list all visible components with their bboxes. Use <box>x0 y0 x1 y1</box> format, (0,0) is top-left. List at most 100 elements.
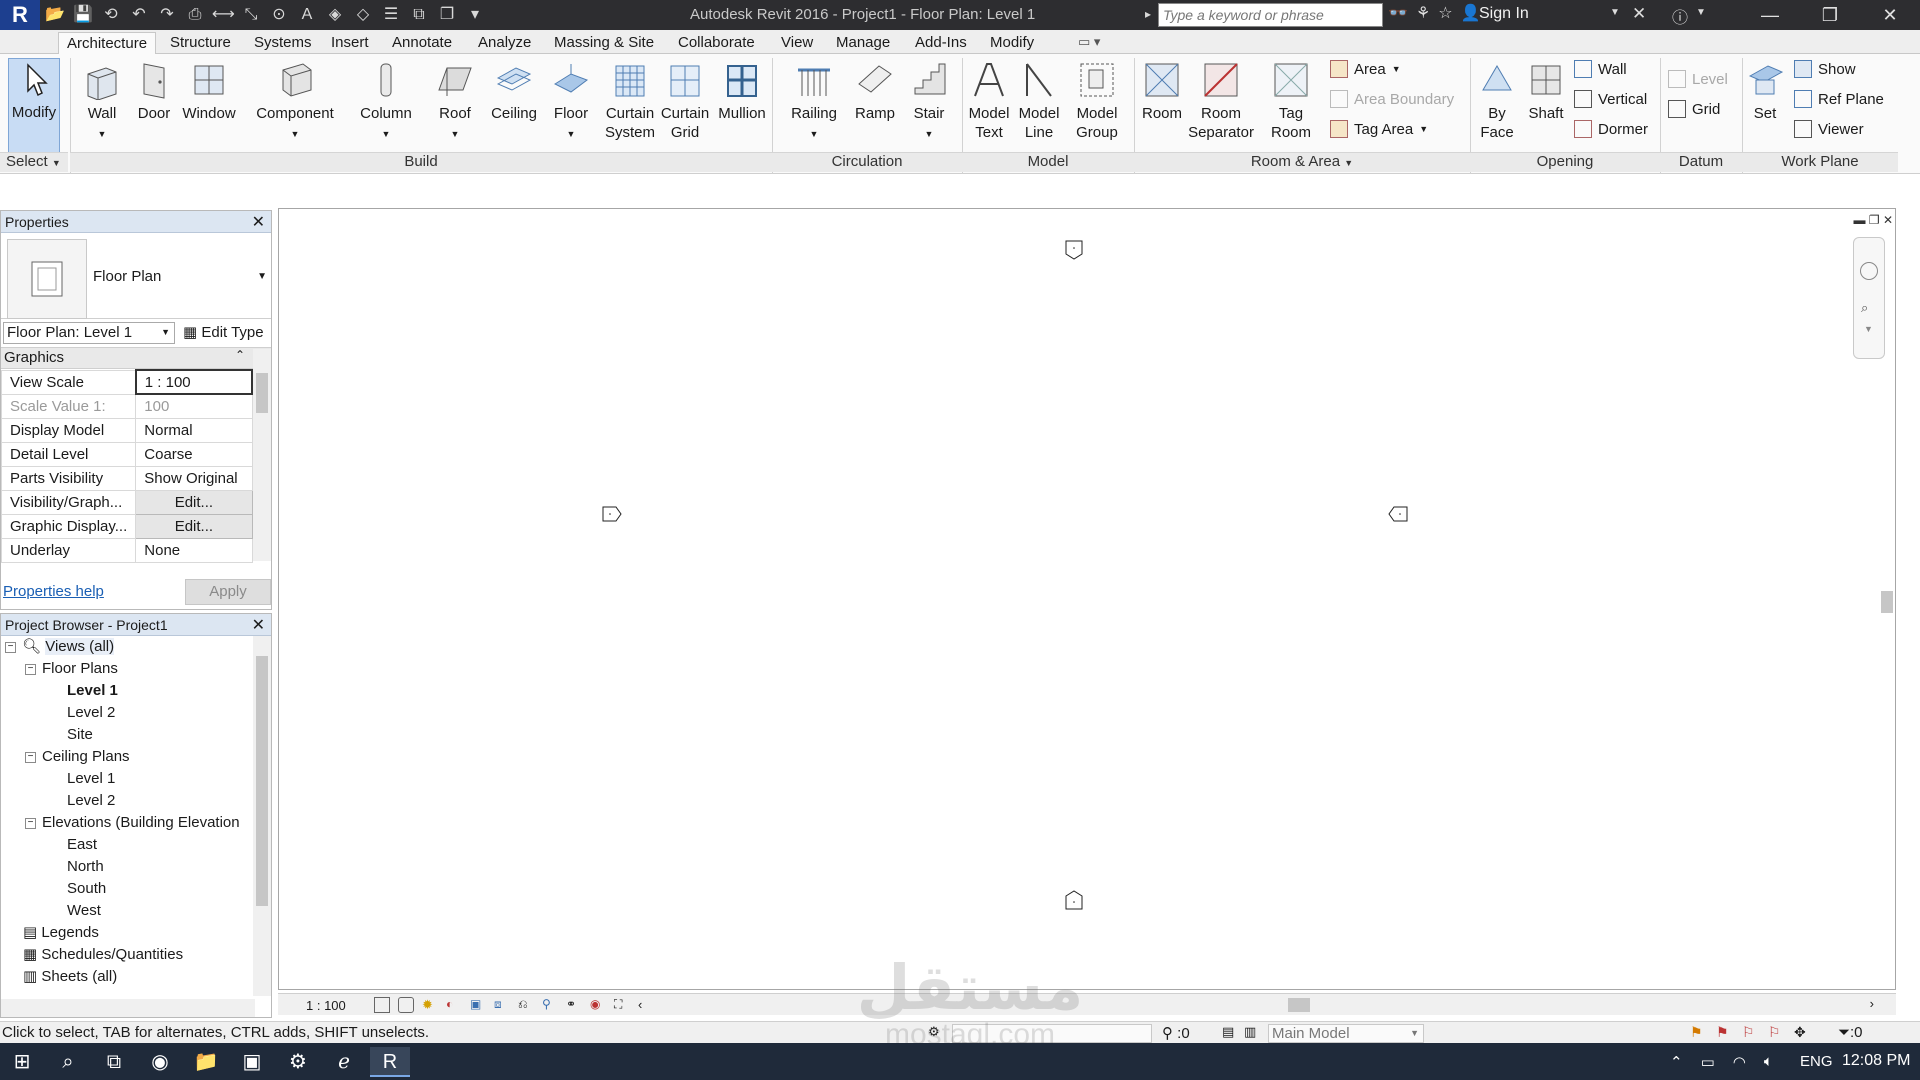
tree-node-ceiling-plans[interactable]: − Ceiling Plans <box>25 746 130 768</box>
customize-qat-icon[interactable]: ▾ <box>464 4 486 26</box>
tree-node-north[interactable]: North <box>67 856 104 878</box>
tab-systems[interactable]: Systems <box>246 32 320 54</box>
sync-icon[interactable]: ⟲ <box>100 4 122 26</box>
model-group-button[interactable]: Model Group <box>1068 60 1126 142</box>
dimension-icon[interactable]: ⤡ <box>240 4 262 26</box>
tab-analyze[interactable]: Analyze <box>470 32 539 54</box>
select-by-face-icon[interactable]: ⚐ <box>1768 1024 1786 1041</box>
select-links-icon[interactable]: ⚑ <box>1690 1024 1708 1041</box>
temporary-hide-icon[interactable]: ⚭ <box>566 997 582 1013</box>
save-icon[interactable]: 💾 <box>72 4 94 26</box>
chrome-icon[interactable]: ◉ <box>140 1047 180 1077</box>
ribbon-minimize-icon[interactable]: ▭ ▾ <box>1078 34 1100 50</box>
visibility-graphics-edit-button[interactable]: Edit... <box>135 489 253 515</box>
browser-vertical-scrollbar[interactable] <box>253 636 271 996</box>
wall-button[interactable]: Wall ▼ <box>78 60 126 144</box>
tab-annotate[interactable]: Annotate <box>384 32 460 54</box>
active-design-option-selector[interactable]: Main Model ▼ <box>1268 1024 1424 1043</box>
tree-node-sheets[interactable]: ▥ Sheets (all) <box>23 966 117 988</box>
measure-icon[interactable]: ⟷ <box>212 4 235 26</box>
close-icon[interactable]: ✕ <box>1860 0 1920 30</box>
view-scale-input[interactable]: 1 : 100 <box>134 369 254 395</box>
scrollbar-thumb[interactable] <box>1288 998 1310 1012</box>
canvas-horizontal-scrollbar[interactable] <box>648 998 1878 1012</box>
restore-icon[interactable]: ❐ <box>1800 0 1860 30</box>
tree-node-elevations[interactable]: − Elevations (Building Elevation <box>25 812 240 834</box>
wall-opening-button[interactable]: Wall <box>1574 60 1627 78</box>
section-icon[interactable]: ◇ <box>352 4 374 26</box>
favorites-star-icon[interactable]: ☆ <box>1438 3 1452 23</box>
analytical-model-icon[interactable]: ⛶ <box>614 997 630 1013</box>
window-button[interactable]: Window <box>180 60 238 123</box>
tree-node-west[interactable]: West <box>67 900 101 922</box>
volume-icon[interactable]: 🔈︎ <box>1764 1053 1773 1071</box>
close-hidden-icon[interactable]: ⧉ <box>408 4 430 26</box>
tree-node-ceiling-level-1[interactable]: Level 1 <box>67 768 115 790</box>
parts-visibility-field[interactable]: Show Original <box>135 465 253 491</box>
select-dropdown[interactable]: Select ▼ <box>0 152 68 172</box>
underlay-field[interactable]: None <box>135 537 253 563</box>
user-icon[interactable]: 👤 <box>1461 3 1481 23</box>
design-options-icon[interactable]: ▥ <box>1244 1024 1256 1040</box>
tree-node-floor-plans[interactable]: − Floor Plans <box>25 658 118 680</box>
component-button[interactable]: Component ▼ <box>252 60 338 144</box>
crop-view-icon[interactable]: ⧈ <box>494 997 510 1013</box>
tab-massing-site[interactable]: Massing & Site <box>546 32 662 54</box>
collapse-icon[interactable]: − <box>5 641 16 653</box>
tab-insert[interactable]: Insert <box>323 32 377 54</box>
search-icon[interactable]: ⌕ <box>48 1047 88 1077</box>
collapse-icon[interactable]: − <box>25 817 36 829</box>
filter-status[interactable]: ⏷:0 <box>1838 1024 1863 1041</box>
minimize-icon[interactable]: ▬ <box>1853 213 1865 227</box>
canvas-vertical-scrollbar[interactable] <box>1877 209 1895 991</box>
grid-button[interactable]: Grid <box>1668 100 1720 118</box>
tree-node-east[interactable]: East <box>67 834 97 856</box>
show-hidden-icons-icon[interactable]: ⌃ <box>1670 1053 1683 1071</box>
area-button[interactable]: Area ▼ <box>1330 60 1401 78</box>
shaft-button[interactable]: Shaft <box>1524 60 1568 123</box>
visual-style-icon[interactable] <box>398 997 414 1013</box>
revit-app-menu-button[interactable]: R <box>0 0 40 30</box>
thin-lines-icon[interactable]: ☰ <box>380 4 402 26</box>
binoculars-icon[interactable]: 👓 <box>1388 3 1408 23</box>
chevron-down-icon[interactable]: ▼ <box>1864 324 1873 334</box>
column-button[interactable]: Column ▼ <box>356 60 416 144</box>
area-boundary-button[interactable]: Area Boundary <box>1330 90 1454 108</box>
detail-level-icon[interactable] <box>374 997 390 1013</box>
select-underlay-icon[interactable]: ⚑ <box>1716 1024 1734 1041</box>
editable-only-icon[interactable]: ▤ <box>1222 1024 1234 1040</box>
scrollbar-thumb[interactable] <box>256 373 268 413</box>
show-crop-icon[interactable]: ⎌ <box>518 997 534 1013</box>
properties-help-link[interactable]: Properties help <box>3 583 104 600</box>
by-face-button[interactable]: By Face <box>1472 60 1522 142</box>
tab-add-ins[interactable]: Add-Ins <box>907 32 975 54</box>
tree-node-schedules[interactable]: ▦ Schedules/Quantities <box>23 944 183 966</box>
drawing-canvas[interactable]: ▬ ❐ ✕ ⌕ ▼ <box>278 208 1896 990</box>
zoom-icon[interactable]: ⌕ <box>1861 300 1868 316</box>
floor-button[interactable]: Floor ▼ <box>548 60 594 144</box>
instance-selector[interactable]: Floor Plan: Level 1 ▼ <box>3 322 175 344</box>
display-model-field[interactable]: Normal <box>135 417 253 443</box>
tab-modify[interactable]: Modify <box>982 32 1042 54</box>
ceiling-button[interactable]: Ceiling <box>486 60 542 123</box>
ref-plane-button[interactable]: Ref Plane <box>1794 90 1884 108</box>
graphic-display-edit-button[interactable]: Edit... <box>135 513 253 539</box>
help-icon[interactable]: ⓘ <box>1672 4 1688 28</box>
collapse-icon[interactable]: − <box>25 751 36 763</box>
vertical-opening-button[interactable]: Vertical <box>1574 90 1647 108</box>
browser-horizontal-scrollbar[interactable] <box>1 999 255 1017</box>
wifi-icon[interactable]: ◠ <box>1733 1053 1746 1071</box>
tag-area-button[interactable]: Tag Area ▼ <box>1330 120 1428 138</box>
detail-level-field[interactable]: Coarse <box>135 441 253 467</box>
sign-in-dropdown-icon[interactable]: ▼ <box>1610 7 1620 18</box>
tab-manage[interactable]: Manage <box>828 32 898 54</box>
roof-button[interactable]: Roof ▼ <box>432 60 478 144</box>
steering-wheel-icon[interactable] <box>1860 262 1878 280</box>
exchange-apps-icon[interactable]: ✕ <box>1632 4 1646 24</box>
ramp-button[interactable]: Ramp <box>850 60 900 123</box>
west-elevation-marker-icon[interactable] <box>601 503 623 525</box>
viewer-button[interactable]: Viewer <box>1794 120 1864 138</box>
app-window-icon[interactable]: ▣ <box>232 1047 272 1077</box>
railing-button[interactable]: Railing ▼ <box>786 60 842 144</box>
render-icon[interactable]: ▣ <box>470 997 486 1013</box>
